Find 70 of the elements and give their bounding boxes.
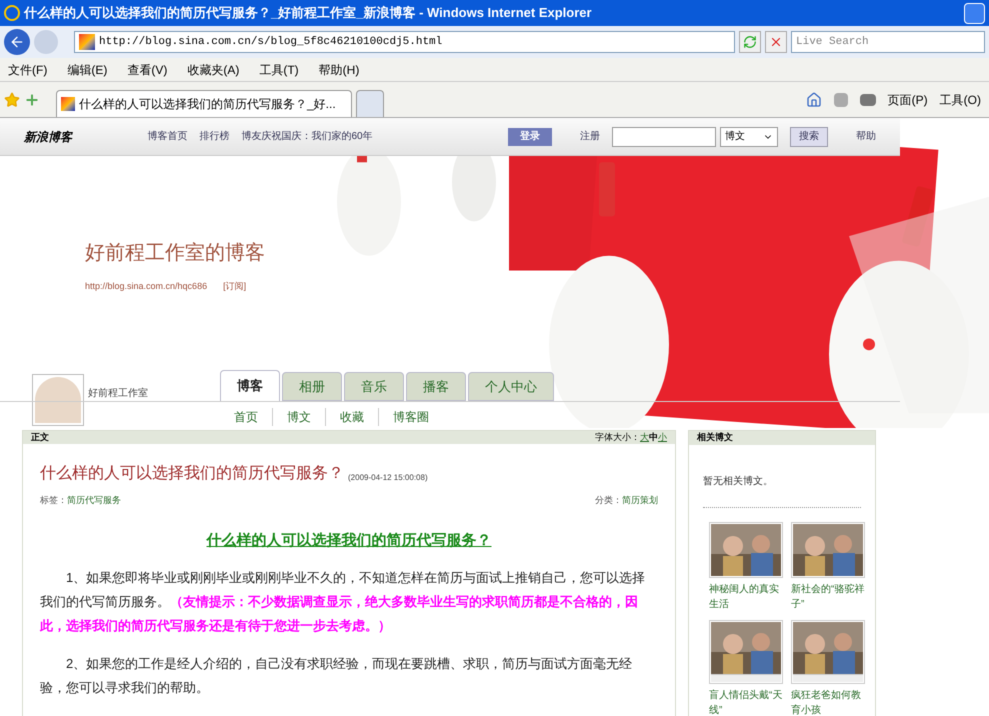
- article-title: 什么样的人可以选择我们的简历代写服务？: [40, 464, 344, 484]
- font-size-link[interactable]: 小: [658, 433, 667, 442]
- font-size-link[interactable]: 大: [640, 433, 649, 442]
- font-size-label: 字体大小：: [595, 433, 640, 442]
- scope-select[interactable]: 博文: [720, 126, 778, 146]
- video-link[interactable]: 疯狂老爸如何教育小孩: [791, 688, 865, 716]
- tags-label: 标签：: [40, 494, 67, 507]
- empty-message: 暂无相关博文。: [703, 476, 773, 487]
- category-link[interactable]: 简历策划: [622, 494, 658, 508]
- search-field[interactable]: [612, 126, 716, 146]
- site-icon: [79, 34, 95, 50]
- sub-nav-link[interactable]: 博文: [272, 408, 325, 426]
- menu-item[interactable]: 文件(F): [8, 60, 48, 78]
- panel-title: 相关博文: [697, 432, 733, 442]
- font-size-link[interactable]: 中: [649, 433, 658, 442]
- owner-name[interactable]: 好前程工作室: [88, 386, 148, 401]
- close-icon: [769, 35, 783, 49]
- site-link[interactable]: 博客首页: [147, 129, 188, 144]
- browser-tab[interactable]: [356, 90, 384, 117]
- menu-item[interactable]: 查看(V): [127, 60, 168, 78]
- home-icon[interactable]: [806, 92, 822, 108]
- tag-link[interactable]: 简历代写服务: [67, 494, 121, 508]
- paragraph: 2、如果您的工作是经人介绍的，自己没有求职经验，而现在要跳槽、求职，简历与面试方面毫无经验，您可以寻求我们的帮助。: [40, 655, 634, 697]
- site-logo[interactable]: 新浪博客: [24, 128, 136, 146]
- back-button[interactable]: [4, 29, 30, 55]
- site-link[interactable]: 排行榜: [199, 129, 230, 144]
- subscribe-link[interactable]: [订阅]: [223, 280, 246, 294]
- menu-item[interactable]: 帮助(H): [318, 60, 360, 78]
- star-icon[interactable]: [4, 92, 20, 108]
- plus-icon[interactable]: [24, 92, 40, 108]
- menu-item[interactable]: 编辑(E): [67, 60, 108, 78]
- help-link[interactable]: 帮助: [856, 129, 876, 144]
- window-title: 什么样的人可以选择我们的简历代写服务？_好前程工作室_新浪博客 - Windows Internet Explorer: [24, 4, 592, 22]
- search-button[interactable]: 搜索: [790, 126, 828, 146]
- sub-nav-link[interactable]: 收藏: [325, 408, 378, 426]
- blog-tab[interactable]: 相册: [282, 372, 342, 401]
- stop-button[interactable]: [765, 31, 787, 53]
- sub-nav-link[interactable]: 首页: [220, 408, 272, 426]
- scope-value: 博文: [725, 130, 745, 144]
- search-field[interactable]: Live Search: [791, 31, 985, 53]
- category-label: 分类：: [595, 494, 622, 507]
- refresh-button[interactable]: [739, 31, 761, 53]
- login-button[interactable]: 登录: [508, 128, 552, 146]
- tools-menu[interactable]: 工具(O): [940, 90, 981, 108]
- register-link[interactable]: 注册: [580, 129, 600, 144]
- blog-title: 好前程工作室的博客: [85, 241, 265, 266]
- avatar: [32, 374, 84, 426]
- article-date: (2009-04-12 15:00:08): [348, 472, 428, 484]
- address-field[interactable]: http://blog.sina.com.cn/s/blog_5f8c46210100cdj5.html: [74, 31, 735, 53]
- video-link[interactable]: 神秘闺人的真实生活: [709, 582, 783, 612]
- video-link[interactable]: 新社会的“骆驼祥子”: [791, 582, 865, 612]
- blog-tab[interactable]: 音乐: [344, 372, 404, 401]
- blog-tab[interactable]: 个人中心: [468, 372, 554, 401]
- blog-tab[interactable]: 播客: [406, 372, 466, 401]
- site-icon: [61, 97, 75, 111]
- section-title: 正文: [31, 433, 49, 442]
- video-link[interactable]: 盲人情侣头戴“天线”: [709, 688, 783, 716]
- browser-icon: [4, 5, 20, 21]
- menu-item[interactable]: 工具(T): [259, 60, 299, 78]
- article-heading: 什么样的人可以选择我们的简历代写服务？: [206, 530, 492, 550]
- minimize-button[interactable]: [964, 2, 985, 24]
- sub-nav-link[interactable]: 博客圈: [378, 408, 443, 426]
- refresh-icon: [743, 35, 757, 49]
- site-link[interactable]: 博友庆祝国庆：我们家的60年: [241, 129, 373, 144]
- browser-tab[interactable]: 什么样的人可以选择我们的简历代写服务？_好...: [56, 90, 352, 117]
- menu-item[interactable]: 收藏夹(A): [187, 60, 240, 78]
- blog-url[interactable]: http://blog.sina.com.cn/hqc686: [85, 280, 208, 294]
- page-menu[interactable]: 页面(P): [888, 90, 928, 108]
- paragraph: 1、如果您即将毕业或刚刚毕业或刚刚毕业不久的，不知道怎样在简历与面试上推销自己，您可以选择我们的代写简历服务。（友情提示：不少数据调查显示，绝大多数毕业生写的求职简历都是不合格的，因此，选择我们的简历代写服务还是有待于您进一步去考虑。）: [40, 569, 646, 635]
- blog-tab[interactable]: 博客: [220, 370, 280, 401]
